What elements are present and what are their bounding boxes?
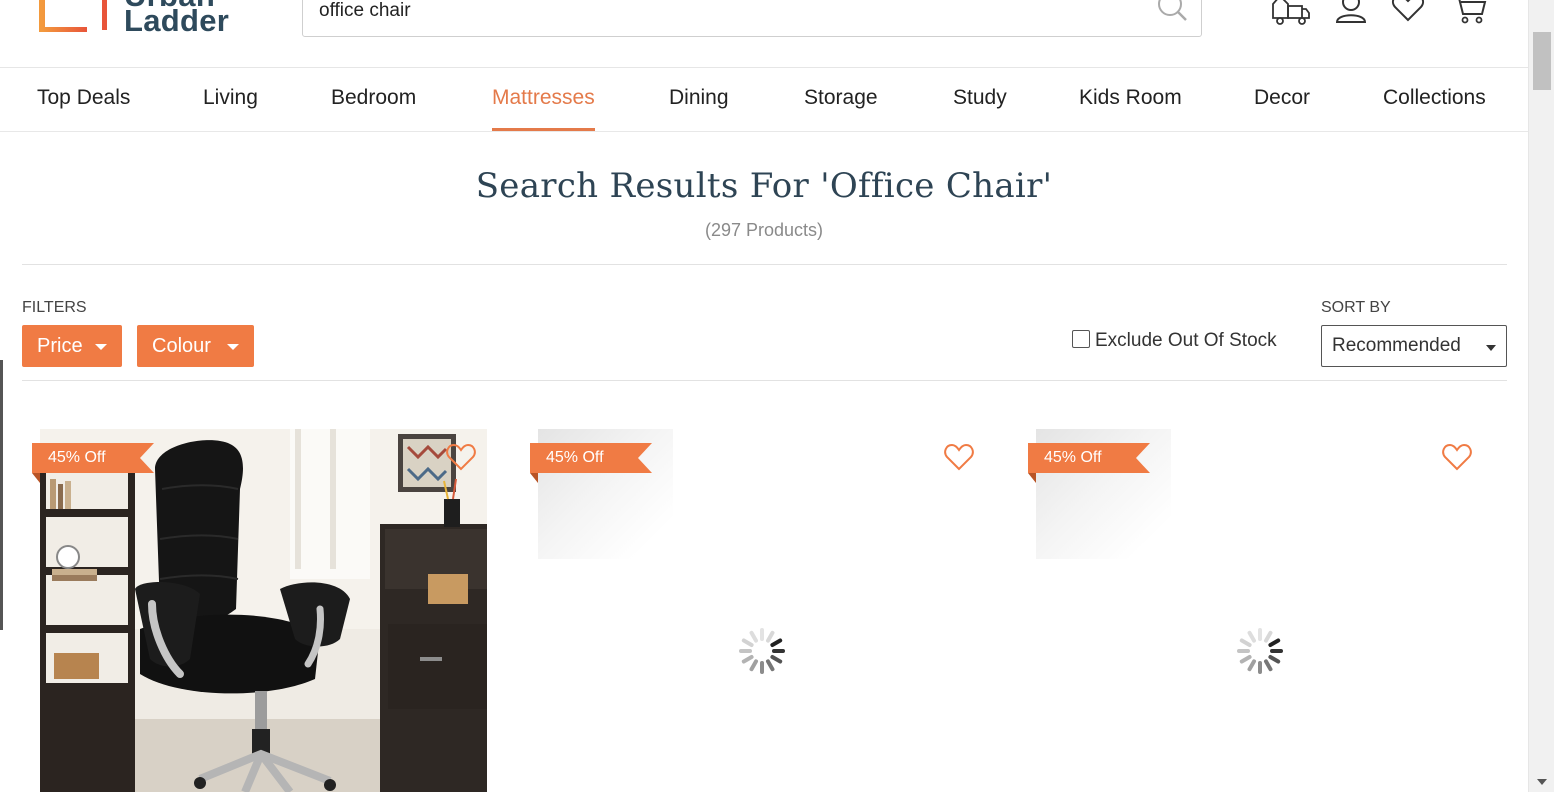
product-image[interactable] — [40, 429, 487, 792]
scroll-down-arrow-icon[interactable] — [1537, 779, 1547, 785]
filters-label: FILTERS — [22, 299, 87, 316]
product-image[interactable] — [538, 429, 985, 792]
product-image[interactable] — [1036, 429, 1483, 792]
nav-item-living[interactable]: Living — [203, 68, 258, 131]
chevron-down-icon — [1486, 345, 1496, 351]
sort-by-label: SORT BY — [1321, 299, 1391, 316]
exclude-out-of-stock-checkbox[interactable] — [1072, 330, 1090, 348]
product-card[interactable]: 45% Off — [32, 429, 487, 792]
colour-filter-button[interactable]: Colour — [137, 325, 254, 367]
wishlist-heart-icon[interactable] — [1388, 0, 1432, 30]
search-box — [302, 0, 1202, 37]
colour-filter-label: Colour — [152, 335, 211, 357]
exclude-out-of-stock-label[interactable]: Exclude Out Of Stock — [1095, 330, 1277, 352]
wishlist-heart-icon[interactable] — [446, 443, 476, 471]
nav-item-collections[interactable]: Collections — [1383, 68, 1486, 131]
discount-badge-text: 45% Off — [48, 449, 106, 466]
urban-ladder-logo[interactable]: Urban Ladder — [36, 0, 256, 46]
product-count: (297 Products) — [704, 220, 824, 240]
search-results-title: Search Results For 'Office Chair' — [475, 166, 1053, 206]
price-filter-label: Price — [37, 335, 83, 357]
user-icon[interactable] — [1330, 0, 1374, 30]
logo-mark-icon — [39, 0, 107, 32]
logo-text-line2: Ladder — [124, 3, 230, 38]
product-card[interactable]: 45% Off — [1028, 429, 1483, 792]
sort-by-select[interactable]: Recommended — [1321, 325, 1507, 367]
nav-item-mattresses[interactable]: Mattresses — [492, 68, 595, 131]
nav-item-top-deals[interactable]: Top Deals — [37, 68, 130, 131]
product-card[interactable]: 45% Off — [530, 429, 985, 792]
site-header: Urban Ladder — [0, 0, 1528, 68]
category-nav: Top Deals Living Bedroom Mattresses Dini… — [0, 68, 1528, 132]
side-feedback-tab[interactable] — [0, 360, 3, 630]
nav-item-bedroom[interactable]: Bedroom — [331, 68, 416, 131]
nav-item-decor[interactable]: Decor — [1254, 68, 1310, 131]
office-chair-photo — [40, 429, 487, 792]
nav-item-storage[interactable]: Storage — [804, 68, 878, 131]
search-icon[interactable] — [1153, 0, 1193, 31]
wishlist-heart-icon[interactable] — [1442, 443, 1472, 471]
sort-by-value: Recommended — [1332, 335, 1461, 356]
chevron-down-icon — [95, 344, 107, 350]
loading-spinner-icon — [1237, 628, 1283, 674]
divider — [22, 264, 1507, 265]
price-filter-button[interactable]: Price — [22, 325, 122, 367]
discount-badge-text: 45% Off — [1044, 449, 1102, 466]
divider — [22, 380, 1507, 381]
page-scrollbar[interactable] — [1528, 0, 1554, 792]
discount-badge-text: 45% Off — [546, 449, 604, 466]
nav-item-kids-room[interactable]: Kids Room — [1079, 68, 1182, 131]
nav-item-study[interactable]: Study — [953, 68, 1007, 131]
loading-spinner-icon — [739, 628, 785, 674]
chevron-down-icon — [227, 344, 239, 350]
nav-item-dining[interactable]: Dining — [669, 68, 729, 131]
wishlist-heart-icon[interactable] — [944, 443, 974, 471]
scrollbar-thumb[interactable] — [1533, 32, 1551, 90]
delivery-truck-icon[interactable] — [1268, 0, 1312, 30]
search-input[interactable] — [319, 0, 1139, 25]
cart-icon[interactable] — [1450, 0, 1494, 30]
